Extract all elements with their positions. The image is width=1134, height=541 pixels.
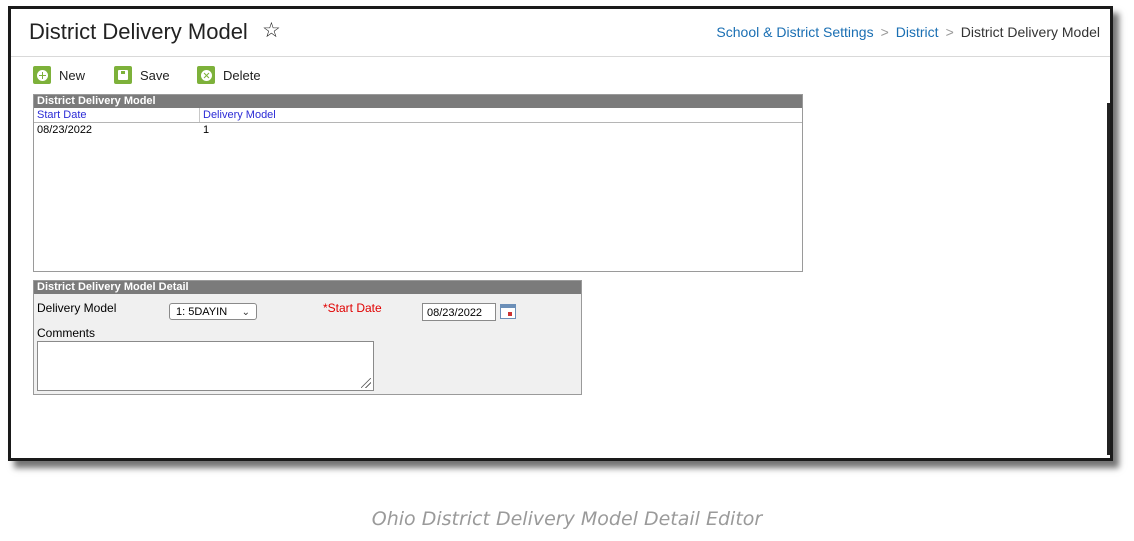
plus-circle-icon [33,66,51,84]
save-button[interactable]: Save [114,64,170,86]
delivery-model-detail-panel: District Delivery Model Detail Delivery … [33,280,582,395]
breadcrumb-link-school-district-settings[interactable]: School & District Settings [716,24,873,40]
breadcrumb: School & District Settings > District > Dist… [716,24,1100,40]
new-button-label: New [59,67,86,83]
chevron-down-icon: ⌄ [241,307,250,318]
delete-circle-icon [197,66,215,84]
breadcrumb-current: District Delivery Model [960,24,1100,40]
start-date-input[interactable]: 08/23/2022 [422,303,496,321]
table-row[interactable]: 08/23/2022 1 [34,123,802,137]
comments-textarea[interactable] [37,341,374,391]
cell-delivery-model: 1 [203,124,210,136]
calendar-icon[interactable] [500,304,516,319]
app-window: District Delivery Model ☆ School & Distr… [8,6,1113,461]
delete-button-label: Delete [223,67,261,83]
detail-panel-header: District Delivery Model Detail [34,281,581,294]
grid-panel-header: District Delivery Model [34,95,802,108]
page-title: District Delivery Model [29,19,248,44]
start-date-label: *Start Date [323,301,382,315]
delivery-model-label: Delivery Model [37,301,117,315]
column-header-delivery-model[interactable]: Delivery Model [200,108,276,122]
new-button[interactable]: New [33,64,85,86]
delete-button[interactable]: Delete [197,64,261,86]
save-icon [114,66,132,84]
chevron-right-icon: > [945,24,954,40]
delivery-model-select[interactable]: 1: 5DAYIN ⌄ [169,303,257,320]
comments-label: Comments [37,326,96,340]
grid-column-headers: Start Date Delivery Model [34,108,802,123]
save-button-label: Save [140,67,170,83]
figure-caption: Ohio District Delivery Model Detail Edit… [371,508,763,530]
page-header: District Delivery Model ☆ School & Distr… [11,9,1110,57]
resize-handle-icon[interactable] [361,378,371,388]
delivery-model-select-value: 1: 5DAYIN [176,306,228,318]
star-icon[interactable]: ☆ [262,18,281,43]
delivery-model-grid: District Delivery Model Start Date Deliv… [33,94,803,272]
breadcrumb-link-district[interactable]: District [896,24,939,40]
cell-start-date: 08/23/2022 [37,124,93,136]
chevron-right-icon: > [880,24,889,40]
vertical-scrollbar[interactable] [1107,103,1110,455]
column-header-start-date[interactable]: Start Date [34,108,200,122]
